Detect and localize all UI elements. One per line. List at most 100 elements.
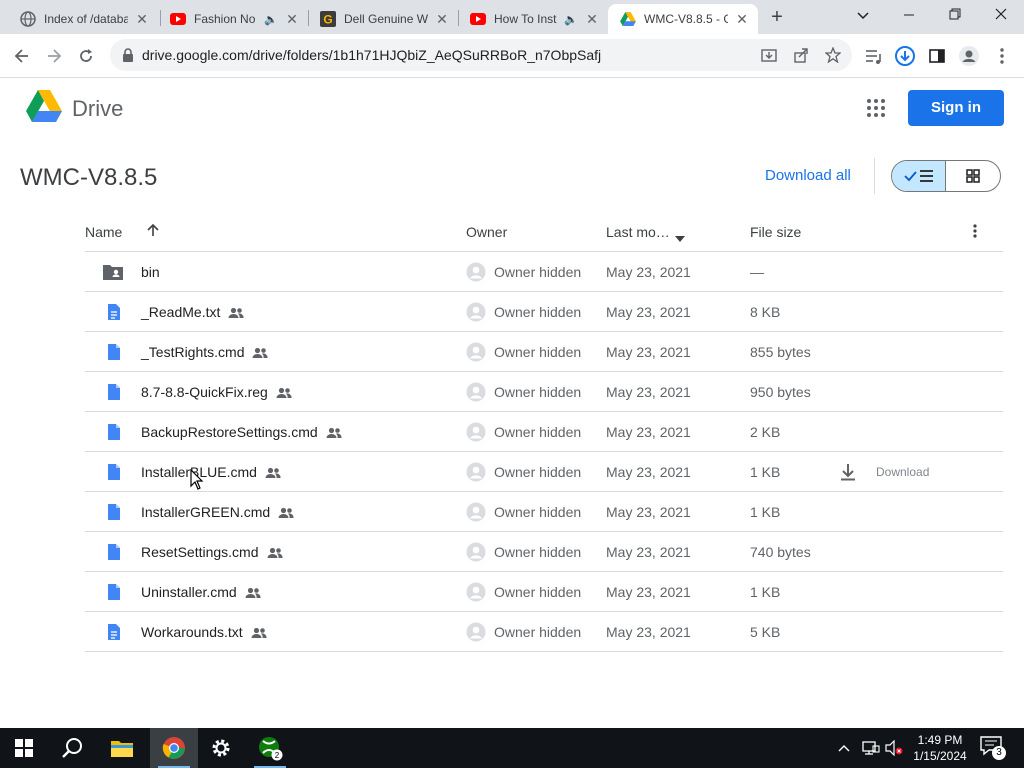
google-apps-icon[interactable] <box>866 98 886 118</box>
table-row[interactable]: InstallerGREEN.cmd Owner hidden May 23, 20… <box>85 492 1003 532</box>
browser-menu-icon[interactable] <box>992 46 1012 66</box>
file-name[interactable]: bin <box>141 264 160 280</box>
volume-muted-icon[interactable] <box>885 728 903 768</box>
search-icon[interactable] <box>48 728 96 768</box>
file-list: bin Owner hidden May 23, 2021 — _ReadMe.txt O… <box>85 252 1003 652</box>
grid-view-button[interactable] <box>946 161 1000 191</box>
profile-avatar-icon[interactable] <box>959 46 979 66</box>
file-icon <box>105 463 123 481</box>
address-bar[interactable]: drive.google.com/drive/folders/1b1h71HJQ… <box>110 39 852 71</box>
owner-text: Owner hidden <box>494 464 582 480</box>
file-name[interactable]: Workarounds.txt <box>141 624 267 640</box>
close-window-button[interactable] <box>978 0 1024 30</box>
table-row[interactable]: _ReadMe.txt Owner hidden May 23, 2021 8 KB <box>85 292 1003 332</box>
xbox-icon[interactable]: 2 <box>246 728 294 768</box>
owner-text: Owner hidden <box>494 264 582 280</box>
table-row[interactable]: bin Owner hidden May 23, 2021 — <box>85 252 1003 292</box>
browser-tab[interactable]: G Dell Genuine W ✕ <box>308 4 458 34</box>
owner-avatar-icon <box>466 502 486 522</box>
last-modified-text: May 23, 2021 <box>606 504 691 520</box>
show-hidden-icons[interactable] <box>838 728 850 768</box>
sort-dropdown-icon[interactable] <box>675 229 685 245</box>
windows-taskbar: 2 1:49 PM 1/15/2024 3 <box>0 728 1024 768</box>
chrome-icon[interactable] <box>150 728 198 768</box>
close-icon[interactable]: ✕ <box>434 11 450 27</box>
column-last-modified[interactable]: Last mo… <box>606 224 670 240</box>
restore-button[interactable] <box>932 0 978 30</box>
owner-avatar-icon <box>466 382 486 402</box>
sign-in-button[interactable]: Sign in <box>908 90 1004 126</box>
row-download-button[interactable]: Download <box>840 463 929 481</box>
downloads-icon[interactable] <box>895 46 915 66</box>
file-name[interactable]: 8.7-8.8-QuickFix.reg <box>141 384 292 400</box>
install-app-icon[interactable] <box>761 47 777 63</box>
file-name[interactable]: _ReadMe.txt <box>141 304 244 320</box>
tab-title: Index of /databa <box>44 12 128 26</box>
file-explorer-icon[interactable] <box>98 728 146 768</box>
file-size-text: 740 bytes <box>750 544 811 560</box>
table-row[interactable]: ResetSettings.cmd Owner hidden May 23, 202… <box>85 532 1003 572</box>
minimize-button[interactable] <box>886 0 932 30</box>
browser-tab[interactable]: How To Inst 🔈 ✕ <box>458 4 608 34</box>
table-row[interactable]: BackupRestoreSettings.cmd Owner hidden May… <box>85 412 1003 452</box>
last-modified-text: May 23, 2021 <box>606 464 691 480</box>
table-row[interactable]: _TestRights.cmd Owner hidden May 23, 2021 8… <box>85 332 1003 372</box>
owner-avatar-icon <box>466 342 486 362</box>
download-icon <box>840 463 866 481</box>
settings-gear-icon[interactable] <box>197 728 245 768</box>
last-modified-text: May 23, 2021 <box>606 624 691 640</box>
close-icon[interactable]: ✕ <box>584 11 600 27</box>
windows-start-icon[interactable] <box>0 728 48 768</box>
close-icon[interactable]: ✕ <box>134 11 150 27</box>
network-icon[interactable] <box>862 728 880 768</box>
browser-tab[interactable]: Index of /databa ✕ <box>8 4 158 34</box>
browser-tab-active[interactable]: WMC-V8.8.5 - G ✕ <box>608 4 758 34</box>
sort-ascending-icon[interactable] <box>146 223 160 240</box>
share-icon[interactable] <box>793 47 809 63</box>
file-size-text: 5 KB <box>750 624 781 640</box>
new-tab-button[interactable]: + <box>764 6 790 30</box>
close-icon[interactable]: ✕ <box>284 11 300 27</box>
drive-logo-icon[interactable] <box>26 90 62 122</box>
shared-people-icon <box>267 546 283 558</box>
table-row[interactable]: 8.7-8.8-QuickFix.reg Owner hidden May 23, … <box>85 372 1003 412</box>
divider <box>874 158 875 194</box>
list-view-button[interactable] <box>892 161 947 191</box>
file-icon <box>105 343 123 361</box>
file-name[interactable]: Uninstaller.cmd <box>141 584 261 600</box>
file-name[interactable]: _TestRights.cmd <box>141 344 269 360</box>
file-name[interactable]: InstallerGREEN.cmd <box>141 504 294 520</box>
browser-tab[interactable]: Fashion No 🔈 ✕ <box>158 4 308 34</box>
bookmark-star-icon[interactable] <box>824 46 842 64</box>
column-name[interactable]: Name <box>85 224 122 240</box>
table-row[interactable]: Workarounds.txt Owner hidden May 23, 2021 5… <box>85 612 1003 652</box>
file-size-text: 1 KB <box>750 584 781 600</box>
download-all-button[interactable]: Download all <box>765 167 851 184</box>
folder-title: WMC-V8.8.5 <box>20 164 158 191</box>
back-button[interactable] <box>8 42 36 70</box>
table-row[interactable]: InstallerBLUE.cmd Owner hidden May 23, 202… <box>85 452 1003 492</box>
file-name[interactable]: BackupRestoreSettings.cmd <box>141 424 342 440</box>
side-panel-icon[interactable] <box>927 46 947 66</box>
forward-button[interactable] <box>40 42 68 70</box>
shared-people-icon <box>228 306 244 318</box>
media-queue-icon[interactable] <box>864 46 884 66</box>
app-name[interactable]: Drive <box>72 96 123 122</box>
tab-search-icon[interactable] <box>840 0 886 30</box>
file-name[interactable]: InstallerBLUE.cmd <box>141 464 281 480</box>
system-clock[interactable]: 1:49 PM 1/15/2024 <box>910 732 970 764</box>
document-icon <box>105 303 123 321</box>
speaker-icon[interactable]: 🔈 <box>264 13 278 26</box>
file-name[interactable]: ResetSettings.cmd <box>141 544 283 560</box>
owner-text: Owner hidden <box>494 304 582 320</box>
column-file-size[interactable]: File size <box>750 224 801 240</box>
table-row[interactable]: Uninstaller.cmd Owner hidden May 23, 2021 1… <box>85 572 1003 612</box>
lock-icon[interactable] <box>120 47 136 63</box>
close-icon[interactable]: ✕ <box>734 11 750 27</box>
youtube-icon <box>170 11 186 27</box>
g-icon: G <box>320 11 336 27</box>
column-owner[interactable]: Owner <box>466 224 507 240</box>
reload-button[interactable] <box>72 42 100 70</box>
more-options-icon[interactable] <box>973 224 977 241</box>
speaker-icon[interactable]: 🔈 <box>564 13 578 26</box>
